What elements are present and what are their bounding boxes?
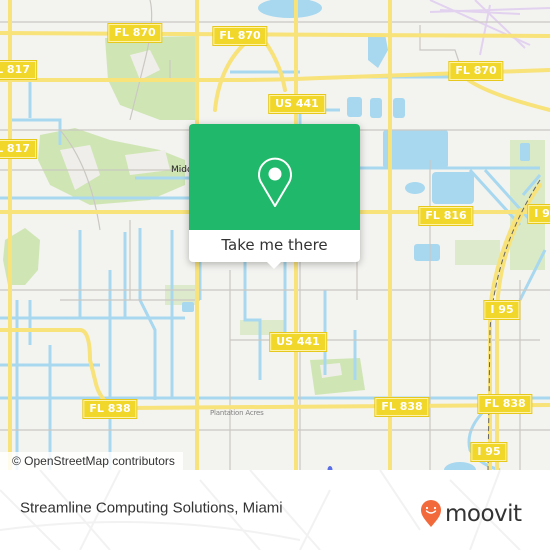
- road-shield-us441: US 441: [269, 95, 325, 113]
- road-shield-i95: I 9: [528, 205, 550, 223]
- road-shield-us441: US 441: [270, 333, 326, 351]
- take-me-there-button[interactable]: Take me there: [189, 230, 360, 262]
- popup-header: [189, 124, 360, 230]
- road-shield-i95: I 95: [471, 443, 507, 461]
- road-shield-fl870: FL 870: [108, 24, 162, 42]
- road-shield-fl870: FL 870: [449, 62, 503, 80]
- footer-bar: Streamline Computing Solutions, Miami mo…: [0, 470, 550, 550]
- place-title: Streamline Computing Solutions, Miami: [20, 499, 283, 517]
- popup-pointer: [266, 261, 282, 269]
- road-shield-fl817: L 817: [0, 140, 36, 158]
- road-shield-fl838: FL 838: [83, 400, 137, 418]
- destination-popup: Take me there: [189, 124, 360, 269]
- road-shield-fl817: L 817: [0, 61, 36, 79]
- road-shield-fl838: FL 838: [375, 398, 429, 416]
- road-shield-fl816: FL 816: [419, 207, 473, 225]
- road-shield-fl870: FL 870: [213, 27, 267, 45]
- map-attribution[interactable]: © OpenStreetMap contributors: [0, 452, 183, 470]
- road-shield-i95: I 95: [484, 301, 520, 319]
- location-pin-icon: [258, 157, 292, 207]
- map-view[interactable]: FL 870 FL 870 FL 870 L 817 L 817 US 441 …: [0, 0, 550, 470]
- moovit-pin-icon: [421, 500, 441, 527]
- place-label: Plantation Acres: [210, 409, 264, 417]
- moovit-wordmark: moovit: [445, 501, 522, 527]
- moovit-logo[interactable]: moovit: [420, 500, 522, 528]
- road-shield-fl838: FL 838: [478, 395, 532, 413]
- airport-area: [429, 0, 550, 56]
